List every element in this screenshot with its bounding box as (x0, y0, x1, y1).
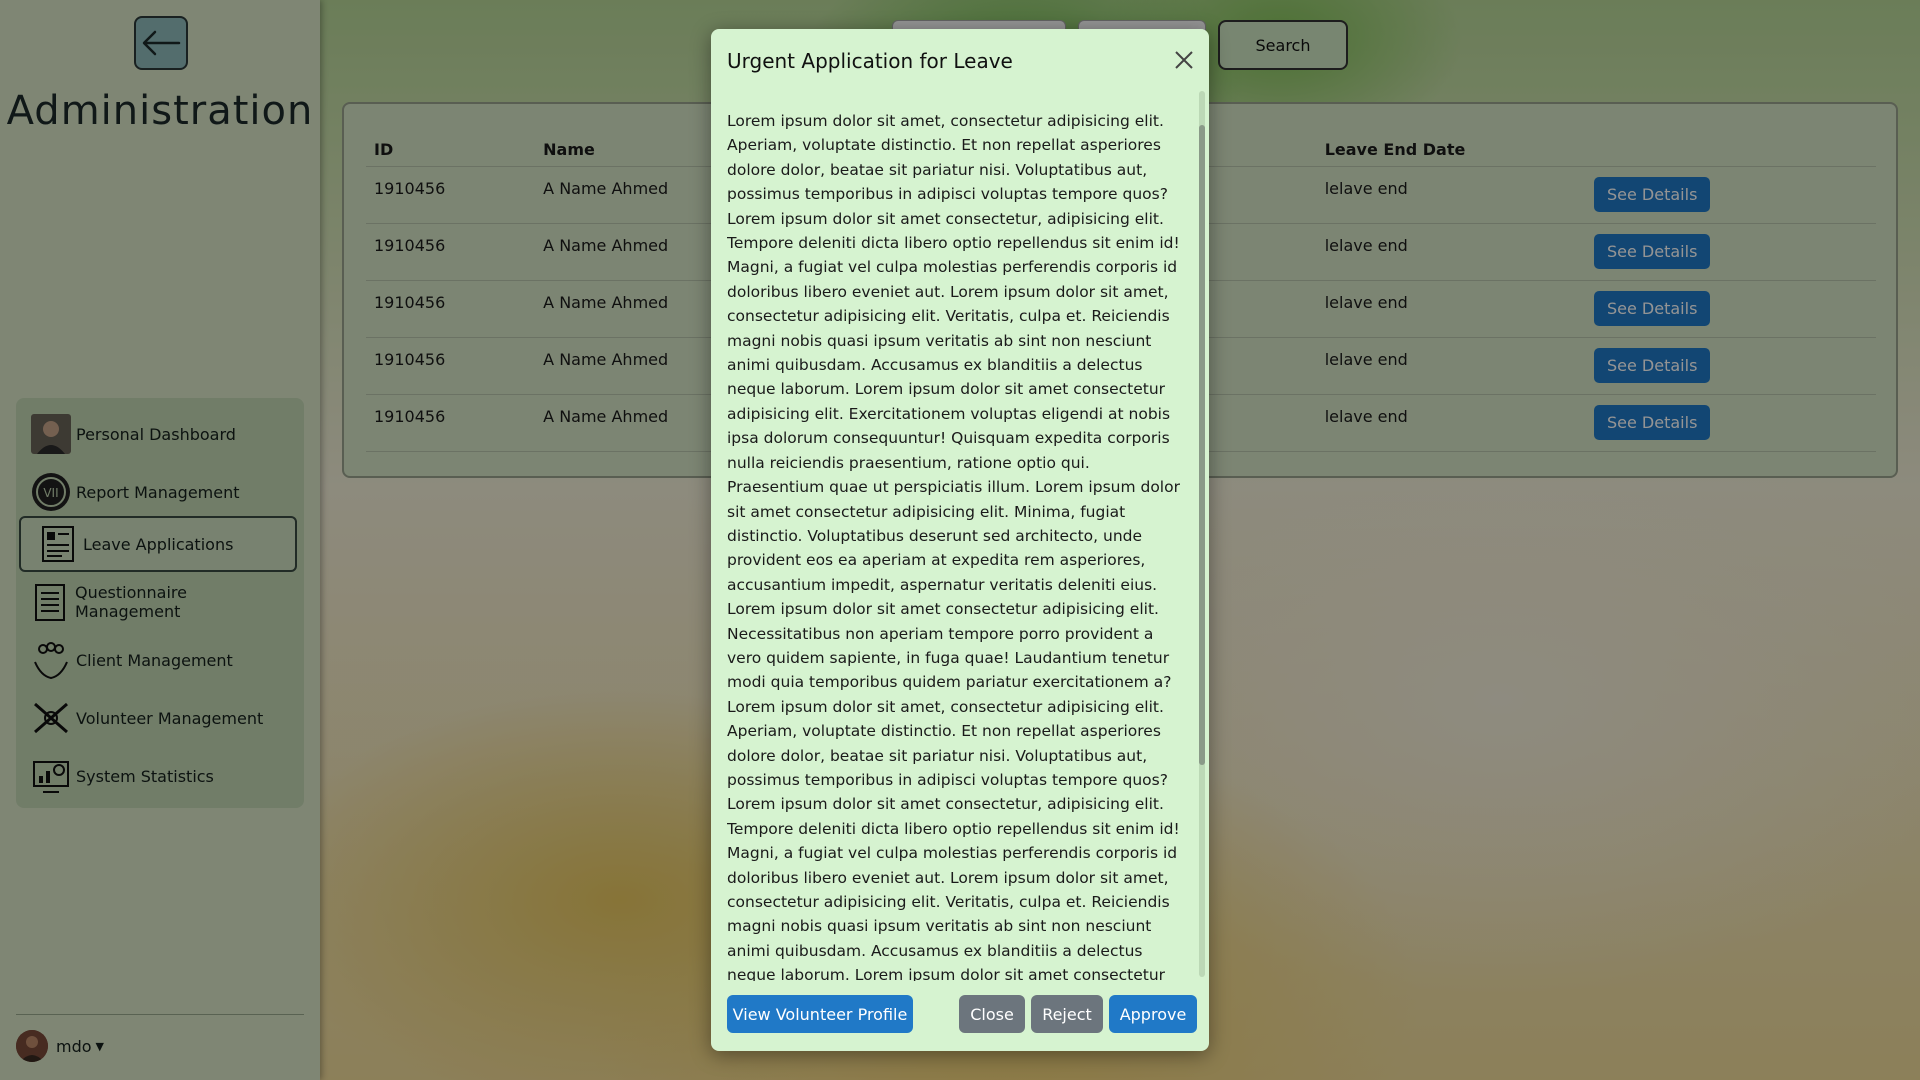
modal-body-text: Lorem ipsum dolor sit amet, consectetur … (727, 112, 1180, 981)
modal-title: Urgent Application for Leave (727, 49, 1013, 73)
view-volunteer-profile-button[interactable]: View Volunteer Profile (727, 995, 913, 1033)
leave-application-modal: Urgent Application for Leave Lorem ipsum… (711, 29, 1209, 1051)
approve-button[interactable]: Approve (1109, 995, 1197, 1033)
scrollbar-thumb[interactable] (1199, 125, 1205, 765)
close-icon[interactable] (1173, 49, 1195, 71)
reject-button[interactable]: Reject (1031, 995, 1103, 1033)
modal-footer: View Volunteer Profile Close Reject Appr… (727, 995, 1197, 1035)
close-button[interactable]: Close (959, 995, 1025, 1033)
modal-scrollbar[interactable] (1199, 91, 1205, 977)
